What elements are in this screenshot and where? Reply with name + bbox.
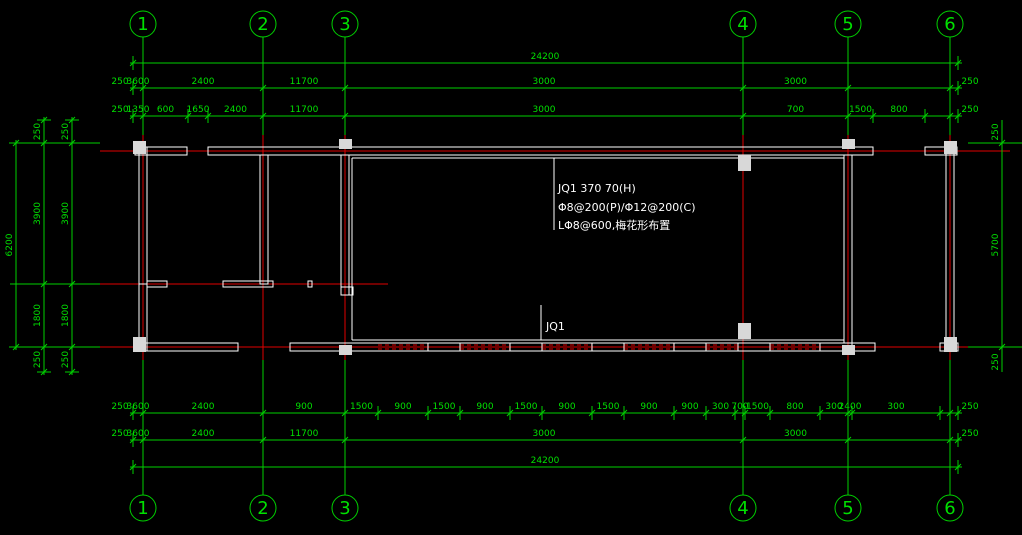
- bottom-dim-row1-label: 900: [558, 402, 575, 412]
- left-dim-total-label: 6200: [5, 233, 15, 256]
- bottom-dim-row1-label: 800: [786, 402, 803, 412]
- bottom-dim-row2-label: 3000: [784, 429, 807, 439]
- beam-note-line2: Φ8@200(P)/Φ12@200(C): [558, 201, 696, 214]
- top-dim-row1-label: 1500: [849, 105, 872, 115]
- floor-plan-drawing: JQ1 370 70(H) Φ8@200(P)/Φ12@200(C) LΦ8@6…: [5, 10, 1022, 522]
- dimension-lines: 24200 250 3600 2400 11700 3000 3000 250 250 1350 6…: [5, 52, 1022, 474]
- axis-label-5: 5: [842, 14, 853, 35]
- left-dim-outer-label: 250: [33, 123, 43, 140]
- bottom-dim-row1-label: 900: [640, 402, 657, 412]
- bottom-dim-row1-label: 250: [961, 402, 978, 412]
- bottom-dim-row1-label: 2400: [839, 402, 862, 412]
- top-dim-row1-label: 800: [890, 105, 907, 115]
- bottom-dim-row2-label: 11700: [290, 429, 319, 439]
- axis-label-1: 1: [137, 498, 148, 519]
- left-dim-outer-label: 3900: [33, 202, 43, 225]
- bottom-dim-row1-label: 1500: [746, 402, 769, 412]
- bottom-dim-row1-label: 300: [887, 402, 904, 412]
- axis-label-4: 4: [737, 14, 748, 35]
- axis-label-1: 1: [137, 14, 148, 35]
- bottom-dim-row2-label: 3000: [533, 429, 556, 439]
- beam-tag: JQ1: [545, 320, 565, 333]
- bottom-dim-row1-label: 1500: [433, 402, 456, 412]
- beam-note-line1: JQ1 370 70(H): [557, 182, 636, 195]
- top-dim-row2-label: 2400: [192, 77, 215, 87]
- axis-label-2: 2: [257, 14, 268, 35]
- bottom-dim-row1-label: 900: [476, 402, 493, 412]
- bottom-dim-row1-label: 1500: [515, 402, 538, 412]
- axis-label-3: 3: [339, 14, 350, 35]
- top-dim-row2-label: 3000: [533, 77, 556, 87]
- axis-label-2: 2: [257, 498, 268, 519]
- axis-label-5: 5: [842, 498, 853, 519]
- top-dim-row2-label: 3000: [784, 77, 807, 87]
- bottom-dim-row1-label: 1500: [597, 402, 620, 412]
- top-dim-row2-label: 3600: [127, 77, 150, 87]
- top-dim-row1-label: 11700: [290, 105, 319, 115]
- left-dim-inner-label: 250: [61, 351, 71, 368]
- bottom-dim-row1-label: 900: [394, 402, 411, 412]
- left-dim-outer-label: 1800: [33, 304, 43, 327]
- bottom-dim-row1-label: 3600: [127, 402, 150, 412]
- top-dim-row1-label: 250: [961, 105, 978, 115]
- left-dim-outer-label: 250: [33, 351, 43, 368]
- bottom-dim-row1-label: 900: [681, 402, 698, 412]
- right-dim-bottom-label: 250: [991, 353, 1001, 370]
- top-total-dim-label: 24200: [531, 52, 560, 62]
- beam-note-line3: LΦ8@600,梅花形布置: [558, 218, 670, 232]
- left-dim-inner-label: 3900: [61, 202, 71, 225]
- top-dim-row1-label: 1650: [187, 105, 210, 115]
- left-dim-inner-label: 1800: [61, 304, 71, 327]
- right-dim-total-label: 5700: [991, 233, 1001, 256]
- top-dim-row1-label: 3000: [533, 105, 556, 115]
- top-dim-row2-label: 11700: [290, 77, 319, 87]
- bottom-dim-row1-label: 900: [295, 402, 312, 412]
- bottom-dim-row1-label: 2400: [192, 402, 215, 412]
- axis-label-3: 3: [339, 498, 350, 519]
- axis-label-6: 6: [944, 498, 955, 519]
- beam-annotation: JQ1 370 70(H) Φ8@200(P)/Φ12@200(C) LΦ8@6…: [540, 158, 696, 340]
- top-dim-row1-label: 700: [787, 105, 804, 115]
- left-dim-inner-label: 250: [61, 123, 71, 140]
- axis-label-6: 6: [944, 14, 955, 35]
- right-dim-top-label: 250: [991, 123, 1001, 140]
- bottom-total-dim-label: 24200: [531, 456, 560, 466]
- axis-label-4: 4: [737, 498, 748, 519]
- bottom-dim-row2-label: 250: [961, 429, 978, 439]
- bottom-dim-row2-label: 3600: [127, 429, 150, 439]
- top-dim-row1-label: 1350: [127, 105, 150, 115]
- top-dim-row1-label: 2400: [224, 105, 247, 115]
- bottom-dim-row2-label: 2400: [192, 429, 215, 439]
- bottom-dim-row1-label: 1500: [350, 402, 373, 412]
- top-dim-row2-label: 250: [961, 77, 978, 87]
- bottom-dim-row1-label: 300: [712, 402, 729, 412]
- columns: [133, 139, 957, 355]
- top-dim-row1-label: 600: [157, 105, 174, 115]
